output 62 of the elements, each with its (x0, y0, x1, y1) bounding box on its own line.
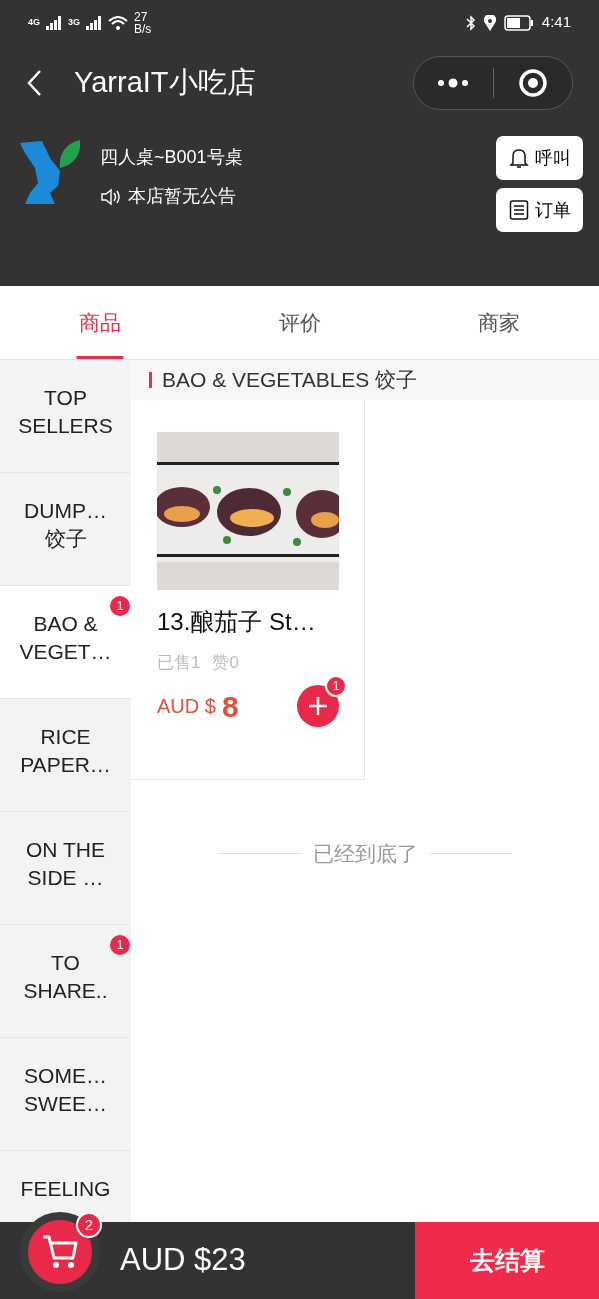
currency-label: AUD $ (157, 694, 216, 719)
category-item[interactable]: DUMP… 饺子 (0, 473, 131, 586)
orders-button[interactable]: 订单 (496, 188, 583, 232)
table-label: 四人桌~B001号桌 (100, 146, 243, 169)
category-label: PAPER… (20, 752, 111, 778)
page-title: YarraIT小吃店 (74, 64, 256, 100)
network-label: 4G (28, 15, 40, 29)
category-label: TOP (44, 385, 87, 411)
wifi-icon (108, 15, 129, 30)
tab[interactable]: 评价 (199, 286, 400, 359)
category-label: ON THE (26, 837, 105, 863)
category-label: SWEE… (24, 1091, 107, 1117)
speed-unit: B/s (134, 22, 152, 35)
list-icon (508, 199, 529, 221)
category-label: SHARE.. (23, 978, 108, 1004)
category-item[interactable]: ON THE SIDE … (0, 812, 131, 925)
category-item[interactable]: RICE PAPER… (0, 699, 131, 812)
speed-value: 27 (134, 10, 149, 23)
category-label: 饺子 (44, 526, 87, 552)
category-item[interactable]: TOP SELLERS (0, 360, 131, 473)
cart-count-badge: 2 (76, 1212, 102, 1238)
plus-icon (308, 696, 328, 716)
category-label: SIDE … (27, 865, 104, 891)
battery-icon (503, 14, 534, 31)
count-badge: 1 (110, 596, 130, 616)
category-label: VEGET… (19, 639, 112, 665)
signal-icon (86, 15, 103, 30)
category-label: TO (51, 950, 80, 976)
notice-text: 本店暂无公告 (128, 185, 236, 208)
checkout-button[interactable]: 去结算 (415, 1222, 599, 1299)
product-name: 13.酿茄子 St… (157, 607, 317, 637)
network-label: 3G (68, 15, 81, 29)
call-button[interactable]: 呼叫 (496, 136, 583, 180)
category-label: RICE (40, 724, 91, 750)
category-label: BAO & (33, 611, 98, 637)
cart-total: AUD $23 (120, 1241, 246, 1280)
category-item[interactable]: SOME… SWEE… (0, 1038, 131, 1151)
speaker-icon (100, 187, 122, 206)
end-of-list-text: 已经到底了 (312, 841, 418, 867)
clock-time: 4:41 (541, 12, 571, 33)
cart-icon (41, 1234, 79, 1270)
category-label: DUMP… (24, 498, 107, 524)
bell-icon (508, 147, 529, 169)
count-badge: 1 (110, 935, 130, 955)
count-badge: 1 (325, 675, 347, 697)
tab[interactable]: 商品 (0, 286, 200, 359)
logo-icon (20, 138, 80, 206)
bluetooth-icon (465, 14, 476, 31)
location-icon (483, 14, 496, 31)
section-title: BAO & VEGETABLES 饺子 (162, 367, 418, 394)
price: 8 (221, 688, 239, 725)
cart-button[interactable]: 2 (20, 1212, 100, 1292)
category-label: FEELING (20, 1176, 111, 1202)
signal-icon (46, 15, 62, 30)
category-item[interactable]: TO SHARE.. 1 (0, 925, 131, 1038)
category-label: SOME… (24, 1063, 107, 1089)
sold-count: 已售1 (157, 652, 201, 674)
like-count: 赞0 (212, 652, 239, 674)
more-icon (436, 77, 471, 88)
tab[interactable]: 商家 (399, 286, 599, 359)
target-icon (517, 67, 548, 98)
category-label: SELLERS (18, 413, 113, 439)
